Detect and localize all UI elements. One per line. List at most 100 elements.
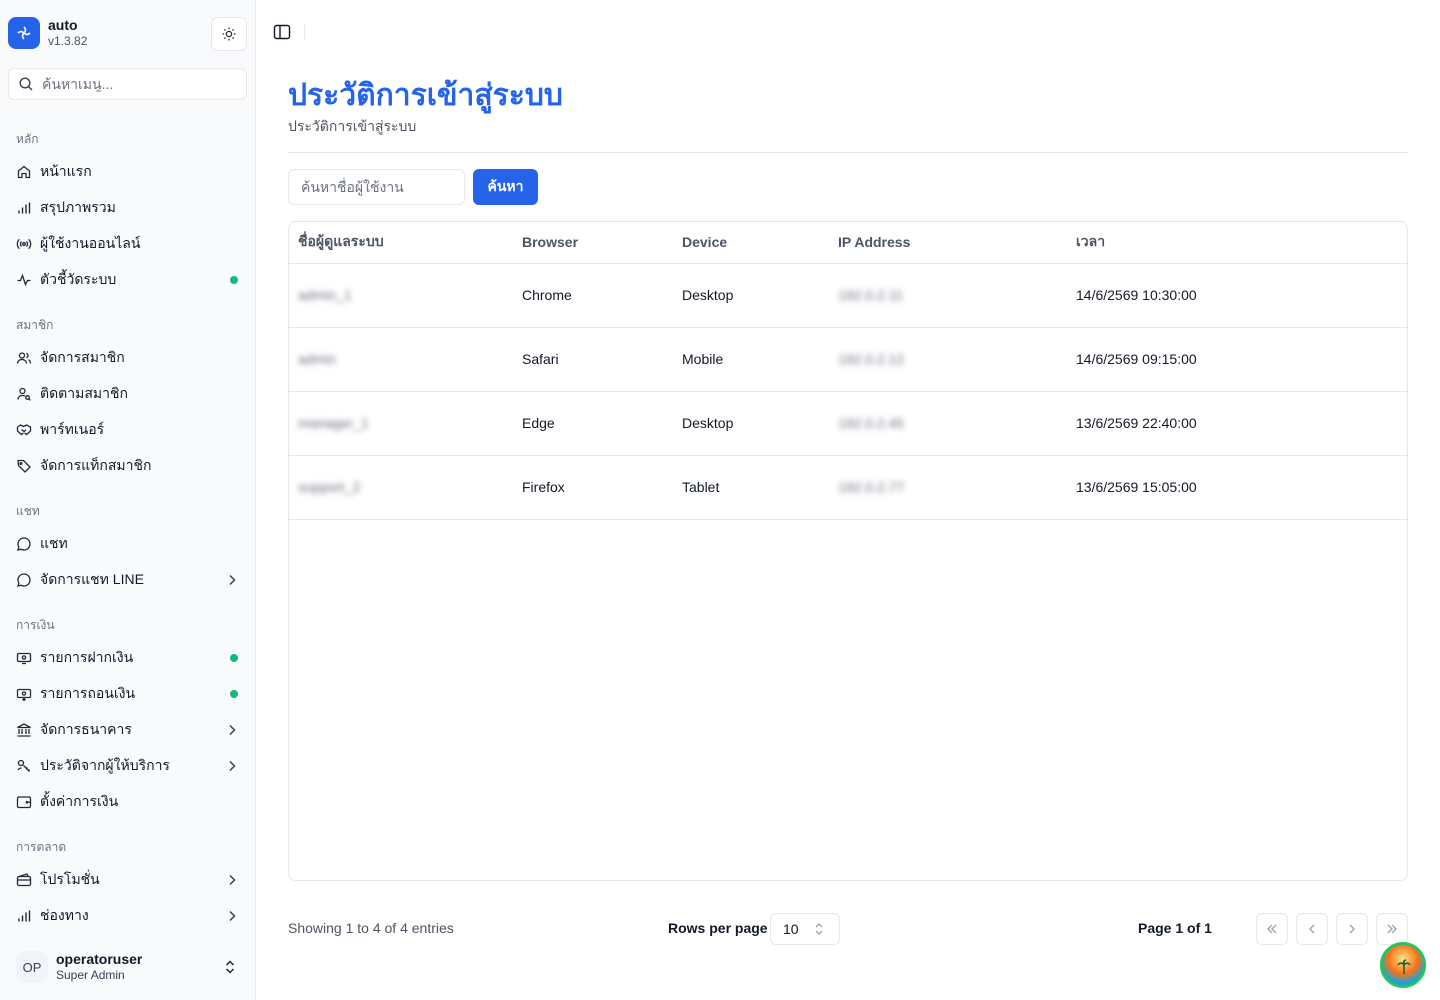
chevrons-up-down-icon [225, 960, 235, 974]
admin-name-cell: support_2 [298, 479, 361, 495]
app-version: v1.3.82 [48, 34, 88, 48]
chevron-right-icon [229, 724, 236, 736]
sidebar-item-withdrawals[interactable]: รายการถอนเงิน [8, 676, 248, 712]
deposit-icon [16, 650, 32, 666]
sun-icon [222, 27, 236, 41]
browser-cell: Firefox [522, 455, 682, 520]
sidebar-item-chat[interactable]: แชท [8, 526, 248, 562]
header-divider [288, 152, 1408, 153]
handshake-icon [16, 422, 32, 438]
page-title: ประวัติการเข้าสู่ระบบ [288, 79, 563, 112]
column-header-admin[interactable]: ชื่อผู้ดูแลระบบ [289, 222, 522, 264]
sidebar-item-label: จัดการธนาคาร [40, 721, 132, 737]
sidebar-item-line-chat[interactable]: จัดการแชท LINE [8, 562, 248, 598]
home-icon [16, 164, 32, 180]
chevron-right-icon [229, 574, 236, 586]
message-circle-icon [16, 572, 32, 588]
avatar: OP [16, 951, 48, 983]
table-row[interactable]: support_2 Firefox Tablet 192.0.2.77 13/6… [289, 455, 1407, 520]
sidebar-item-deposits[interactable]: รายการฝากเงิน [8, 640, 248, 676]
sidebar-item-label: โปรโมชั่น [40, 871, 100, 887]
sidebar-item-track-members[interactable]: ติดตามสมาชิก [8, 376, 248, 412]
rows-per-page-value: 10 [783, 921, 799, 937]
sidebar: auto v1.3.82 หลัก หน้าแรก สรุปภาพรวม ผู้… [0, 0, 256, 1000]
withdraw-icon [16, 686, 32, 702]
previous-page-button[interactable] [1296, 913, 1328, 945]
sidebar-item-overview[interactable]: สรุปภาพรวม [8, 190, 248, 226]
menu-search-input[interactable] [42, 76, 232, 92]
last-page-button[interactable] [1376, 913, 1408, 945]
table-row[interactable]: manager_1 Edge Desktop 192.0.2.45 13/6/2… [289, 391, 1407, 456]
nav-group-chat-label: แชท [16, 503, 40, 518]
topbar-divider [304, 24, 305, 40]
page-indicator: Page 1 of 1 [1138, 920, 1212, 936]
sidebar-item-label: ติดตามสมาชิก [40, 385, 128, 401]
tag-icon [16, 458, 32, 474]
sidebar-item-label: รายการถอนเงิน [40, 685, 136, 701]
status-dot [230, 690, 238, 698]
users-icon [16, 350, 32, 366]
app-logo-icon [8, 17, 40, 49]
activity-icon [16, 272, 32, 288]
column-header-device[interactable]: Device [682, 222, 838, 264]
username-search-input[interactable] [288, 169, 465, 205]
provider-history-icon [16, 758, 32, 774]
column-header-browser[interactable]: Browser [522, 222, 682, 264]
sidebar-item-provider-history[interactable]: ประวัติจากผู้ให้บริการ [8, 748, 248, 784]
floating-assistant-button[interactable] [1380, 942, 1426, 988]
ip-cell: 192.0.2.12 [838, 351, 905, 367]
sidebar-item-finance-settings[interactable]: ตั้งค่าการเงิน [8, 784, 248, 820]
sidebar-item-label: ประวัติจากผู้ให้บริการ [40, 757, 170, 773]
sidebar-nav: หลัก หน้าแรก สรุปภาพรวม ผู้ใช้งานออนไลน์… [8, 124, 248, 934]
panel-left-icon [273, 24, 291, 40]
sidebar-item-home[interactable]: หน้าแรก [8, 154, 248, 190]
search-button[interactable]: ค้นหา [473, 169, 538, 205]
radio-icon [16, 236, 32, 252]
wallet-card-icon [16, 872, 32, 888]
device-cell: Mobile [682, 327, 838, 392]
menu-search-field[interactable] [8, 68, 247, 100]
time-cell: 13/6/2569 22:40:00 [1076, 391, 1407, 456]
browser-cell: Safari [522, 327, 682, 392]
sidebar-item-label: ตัวชี้วัดระบบ [40, 271, 117, 287]
sidebar-item-label: รายการฝากเงิน [40, 649, 134, 665]
time-cell: 14/6/2569 10:30:00 [1076, 263, 1407, 328]
table-header-row: ชื่อผู้ดูแลระบบ Browser Device IP Addres… [289, 222, 1407, 264]
status-dot [230, 276, 238, 284]
chevron-left-icon [1309, 924, 1315, 934]
ip-cell: 192.0.2.11 [838, 287, 904, 303]
sidebar-item-label: ผู้ใช้งานออนไลน์ [40, 235, 141, 251]
sidebar-item-partners[interactable]: พาร์ทเนอร์ [8, 412, 248, 448]
browser-cell: Chrome [522, 263, 682, 328]
chevrons-up-down-icon [815, 923, 823, 935]
sidebar-item-label: สรุปภาพรวม [40, 199, 116, 215]
sidebar-item-system-metrics[interactable]: ตัวชี้วัดระบบ [8, 262, 248, 298]
column-header-ip[interactable]: IP Address [838, 222, 1076, 264]
page-subtitle: ประวัติการเข้าสู่ระบบ [288, 118, 417, 134]
sidebar-toggle-button[interactable] [270, 20, 294, 44]
chevron-right-icon [229, 910, 236, 922]
sidebar-item-manage-members[interactable]: จัดการสมาชิก [8, 340, 248, 376]
table-row[interactable]: admin Safari Mobile 192.0.2.12 14/6/2569… [289, 327, 1407, 392]
user-menu[interactable]: OP operatoruser Super Admin [8, 944, 248, 990]
next-page-button[interactable] [1336, 913, 1368, 945]
nav-group-finance-label: การเงิน [16, 617, 55, 632]
sidebar-item-banks[interactable]: จัดการธนาคาร [8, 712, 248, 748]
column-header-time[interactable]: เวลา [1076, 222, 1407, 264]
chevrons-right-icon [1387, 924, 1397, 934]
table-row[interactable]: admin_1 Chrome Desktop 192.0.2.11 14/6/2… [289, 263, 1407, 328]
device-cell: Desktop [682, 391, 838, 456]
brand[interactable]: auto v1.3.82 [8, 17, 87, 49]
sidebar-item-label: ตั้งค่าการเงิน [40, 793, 119, 809]
chevron-right-icon [229, 760, 236, 772]
sidebar-item-member-tags[interactable]: จัดการแท็กสมาชิก [8, 448, 248, 484]
sidebar-item-channels[interactable]: ช่องทาง [8, 898, 248, 934]
rows-per-page-label: Rows per page [668, 920, 768, 936]
rows-per-page-select[interactable]: 10 [770, 913, 840, 945]
status-dot [230, 654, 238, 662]
first-page-button[interactable] [1256, 913, 1288, 945]
device-cell: Tablet [682, 455, 838, 520]
sidebar-item-promotions[interactable]: โปรโมชั่น [8, 862, 248, 898]
theme-toggle-button[interactable] [211, 17, 247, 51]
sidebar-item-online-users[interactable]: ผู้ใช้งานออนไลน์ [8, 226, 248, 262]
